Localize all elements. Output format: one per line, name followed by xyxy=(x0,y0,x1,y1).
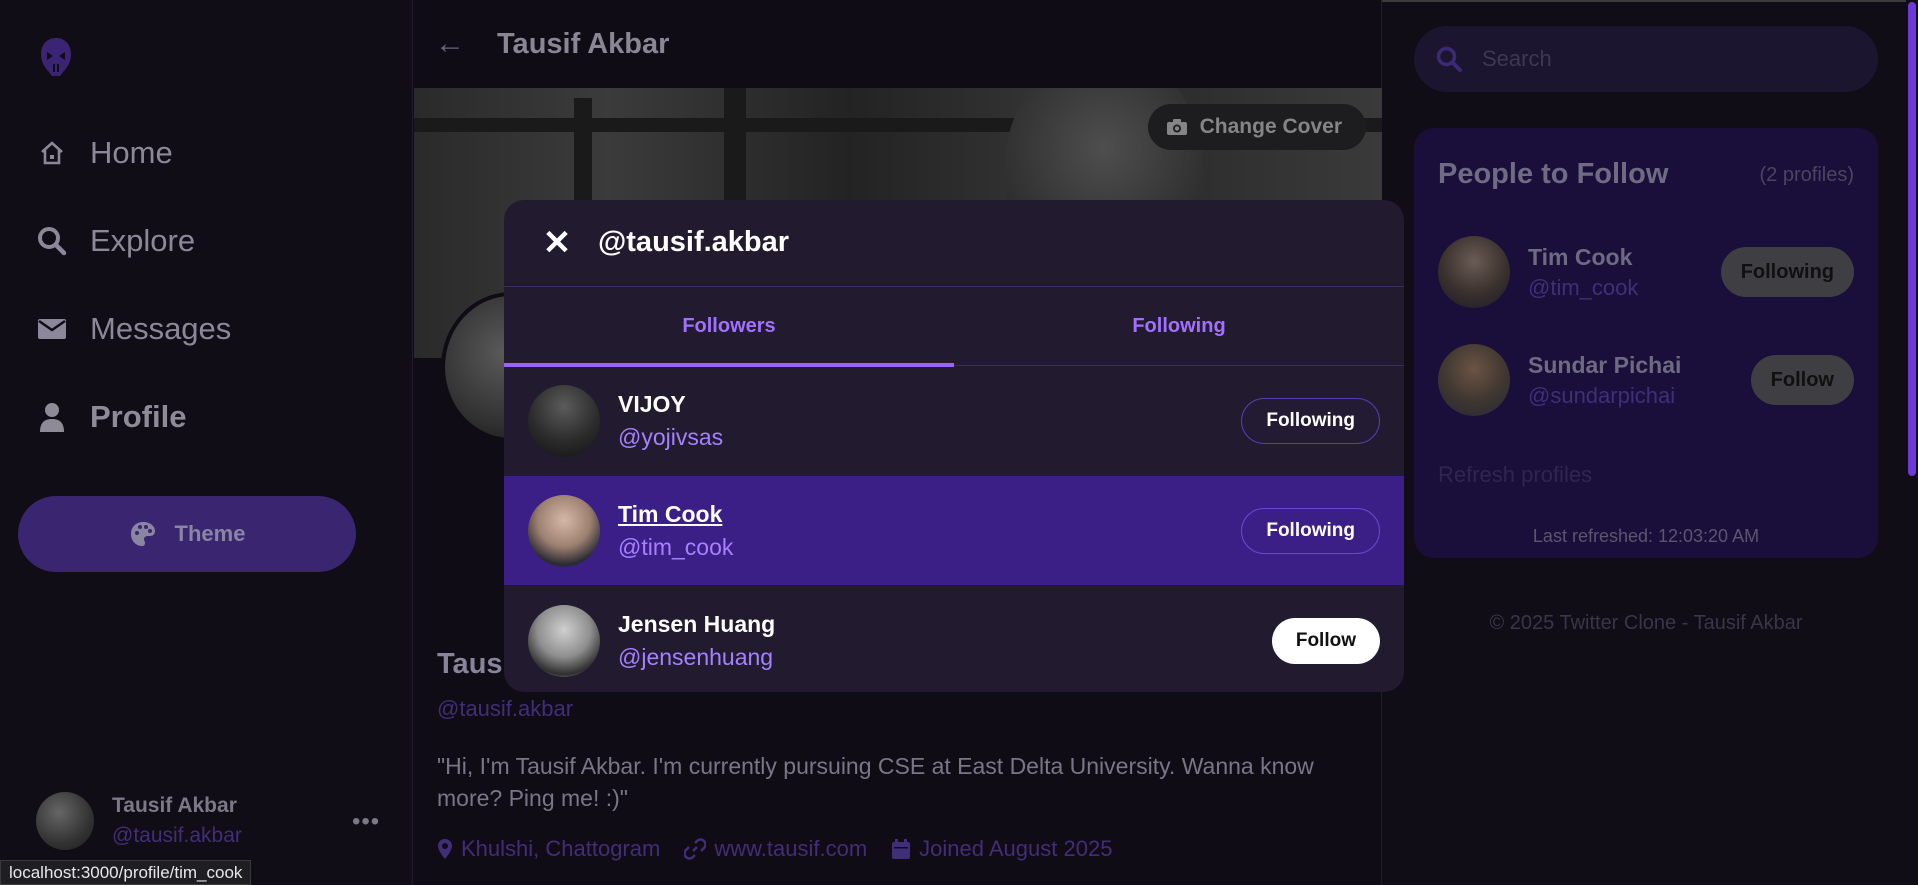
list-item[interactable]: Tim Cook @tim_cook Following xyxy=(504,476,1404,585)
avatar xyxy=(528,494,600,567)
profile-location: Khulshi, Chattogram xyxy=(437,836,660,862)
scrollbar-thumb[interactable] xyxy=(1908,2,1916,476)
nav-messages-label: Messages xyxy=(90,311,232,346)
theme-button-label: Theme xyxy=(174,521,246,546)
theme-button[interactable]: Theme xyxy=(18,496,356,572)
user-handle: @jensenhuang xyxy=(618,643,774,670)
more-options-icon[interactable]: ••• xyxy=(352,808,380,836)
nav-profile-label: Profile xyxy=(90,399,187,434)
following-button[interactable]: Following xyxy=(1241,507,1380,554)
tab-following[interactable]: Following xyxy=(954,287,1404,366)
user-name[interactable]: Jensen Huang xyxy=(618,611,1272,638)
avatar xyxy=(528,604,600,677)
profile-handle: @tausif.akbar xyxy=(437,696,574,721)
location-pin-icon xyxy=(437,838,453,860)
user-icon xyxy=(36,401,68,433)
camera-icon xyxy=(1166,118,1188,136)
people-to-follow-panel: People to Follow (2 profiles) Tim Cook @… xyxy=(1414,128,1878,558)
calendar-icon xyxy=(891,838,911,860)
list-item[interactable]: VIJOY @yojivsas Following xyxy=(504,366,1404,475)
modal-tabs: Followers Following xyxy=(504,287,1404,367)
follow-button[interactable]: Follow xyxy=(1271,617,1380,664)
followers-modal: ✕ @tausif.akbar Followers Following VIJO… xyxy=(504,200,1404,692)
profile-joined-text: Joined August 2025 xyxy=(919,836,1113,861)
user-name[interactable]: Tim Cook xyxy=(618,501,1241,528)
following-button[interactable]: Following xyxy=(1241,397,1380,444)
link-icon xyxy=(684,838,707,860)
user-handle: @yojivsas xyxy=(618,423,724,450)
suggested-user-handle: @sundarpichai xyxy=(1528,382,1676,408)
nav-profile[interactable]: Profile xyxy=(36,395,186,439)
nav-explore[interactable]: Explore xyxy=(36,219,195,263)
profile-website[interactable]: www.tausif.com xyxy=(684,836,867,862)
avatar xyxy=(1438,236,1510,308)
page-title: Tausif Akbar xyxy=(497,27,670,60)
change-cover-label: Change Cover xyxy=(1199,115,1342,138)
profile-website-link[interactable]: www.tausif.com xyxy=(714,836,867,862)
app-logo-icon[interactable] xyxy=(38,36,74,78)
envelope-icon xyxy=(36,313,68,345)
close-icon[interactable]: ✕ xyxy=(540,224,574,262)
palette-icon xyxy=(129,520,157,548)
profile-meta: Khulshi, Chattogram www.tausif.com Joine… xyxy=(437,836,1136,862)
people-to-follow-title: People to Follow xyxy=(1438,158,1669,190)
user-name[interactable]: VIJOY xyxy=(618,391,1241,418)
refresh-profiles-link[interactable]: Refresh profiles xyxy=(1438,462,1592,488)
search-input[interactable] xyxy=(1482,46,1842,72)
avatar xyxy=(528,384,600,457)
modal-header: ✕ @tausif.akbar xyxy=(504,200,1404,287)
sidebar-user-name: Tausif Akbar xyxy=(112,794,237,817)
tab-followers[interactable]: Followers xyxy=(504,287,954,367)
footer-text: © 2025 Twitter Clone - Tausif Akbar xyxy=(1489,612,1803,634)
profile-joined: Joined August 2025 xyxy=(891,836,1112,862)
sidebar-user-card[interactable]: Tausif Akbar @tausif.akbar xyxy=(36,792,242,850)
sidebar-user-handle: @tausif.akbar xyxy=(112,824,242,847)
change-cover-button[interactable]: Change Cover xyxy=(1147,104,1366,150)
suggested-user[interactable]: Sundar Pichai @sundarpichai Follow xyxy=(1438,342,1854,418)
profile-location-text: Khulshi, Chattogram xyxy=(461,836,661,861)
nav-messages[interactable]: Messages xyxy=(36,307,231,351)
following-button[interactable]: Following xyxy=(1720,247,1854,297)
suggested-user-name: Tim Cook xyxy=(1528,243,1633,270)
left-sidebar: Home Explore Messages Profile Theme Taus… xyxy=(0,0,412,885)
nav-home-label: Home xyxy=(90,135,173,170)
home-icon xyxy=(36,137,68,169)
avatar xyxy=(36,792,94,850)
search-icon xyxy=(36,225,68,257)
suggested-user-handle: @tim_cook xyxy=(1528,274,1639,300)
profile-header: ← Tausif Akbar xyxy=(413,0,1383,88)
user-handle: @tim_cook xyxy=(618,533,734,560)
status-bar-url: localhost:3000/profile/tim_cook xyxy=(0,860,252,885)
suggested-user-name: Sundar Pichai xyxy=(1528,351,1682,378)
profile-bio: "Hi, I'm Tausif Akbar. I'm currently pur… xyxy=(437,753,1314,811)
last-refreshed-text: Last refreshed: 12:03:20 AM xyxy=(1532,526,1760,546)
search-icon xyxy=(1436,46,1462,72)
people-to-follow-count: (2 profiles) xyxy=(1759,164,1854,186)
list-item[interactable]: Jensen Huang @jensenhuang Follow xyxy=(504,586,1404,692)
nav-explore-label: Explore xyxy=(90,223,196,258)
search-bar[interactable] xyxy=(1414,26,1878,92)
suggested-user[interactable]: Tim Cook @tim_cook Following xyxy=(1438,234,1854,310)
follow-button[interactable]: Follow xyxy=(1750,355,1854,405)
page-scrollbar[interactable] xyxy=(1906,0,1918,885)
back-arrow-icon[interactable]: ← xyxy=(435,27,475,61)
avatar xyxy=(1438,344,1510,416)
modal-title: @tausif.akbar xyxy=(598,226,790,258)
nav-home[interactable]: Home xyxy=(36,131,173,175)
